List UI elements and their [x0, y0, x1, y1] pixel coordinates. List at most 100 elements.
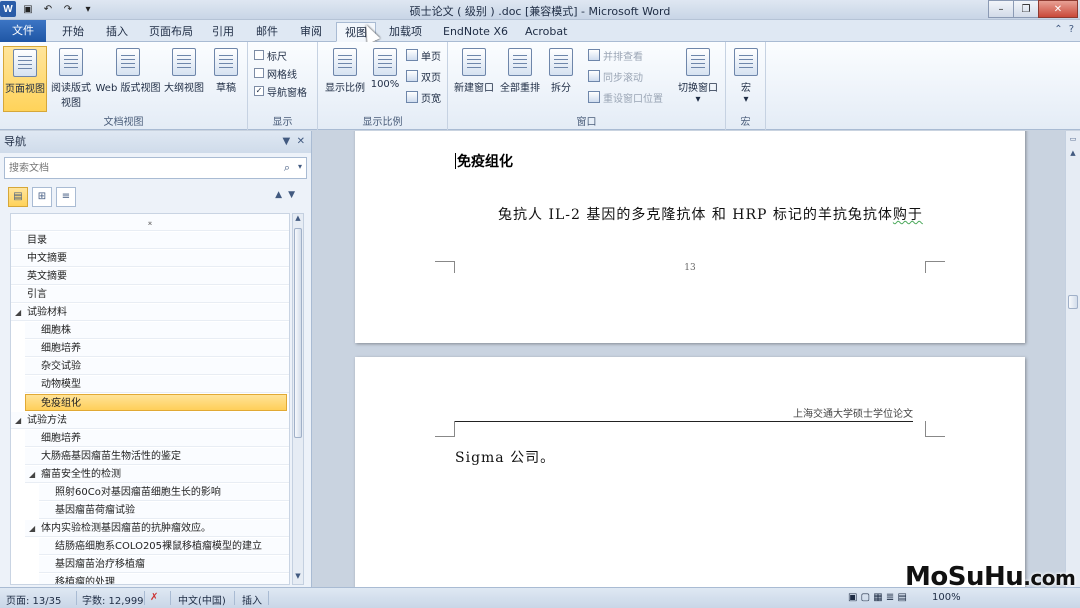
gridlines-checkbox[interactable]: 网格线	[254, 65, 297, 81]
tree-item[interactable]: ◢ 瘤苗安全性的检测	[25, 466, 289, 483]
switch-windows-button[interactable]: 切换窗口 ▾	[674, 46, 722, 112]
tab-insert[interactable]: 插入	[98, 22, 136, 42]
word-count-status[interactable]: 字数: 12,999	[82, 592, 144, 607]
one-page-button[interactable]: 单页	[406, 47, 441, 63]
nav-pane-checkbox[interactable]: ✓ 导航窗格	[254, 83, 307, 99]
tab-acrobat[interactable]: Acrobat	[517, 22, 575, 42]
web-view-button[interactable]: Web 版式视图	[95, 46, 161, 112]
document-page[interactable]: 上海交通大学硕士学位论文 Sigma 公司。	[355, 357, 1025, 587]
expand-triangle-icon[interactable]: ◢	[15, 412, 21, 429]
scroll-up-icon[interactable]: ▲	[293, 214, 303, 226]
tree-item[interactable]: 基因瘤苗荷瘤试验	[39, 502, 289, 519]
nav-search-box[interactable]: ⌕ ▾	[4, 157, 307, 179]
tree-item[interactable]: 结肠癌细胞系COLO205裸鼠移植瘤模型的建立	[39, 538, 289, 555]
search-icon[interactable]: ⌕	[284, 161, 290, 175]
ruler-checkbox[interactable]: 标尺	[254, 47, 287, 63]
outline-icon[interactable]: ≣	[886, 592, 894, 603]
proofing-icon[interactable]: ✗	[150, 592, 158, 603]
reading-view-button[interactable]: 阅读版式 视图	[49, 46, 93, 112]
tree-item[interactable]: 引言	[11, 286, 289, 303]
ruler-check[interactable]	[254, 50, 264, 60]
zoom-button[interactable]: 显示比例	[322, 46, 368, 112]
previous-heading-icon[interactable]: ▲	[275, 190, 288, 200]
reset-window-button[interactable]: 重设窗口位置	[588, 89, 663, 105]
minimize-ribbon-icon[interactable]: ⌃	[1054, 24, 1062, 35]
nav-pane-check[interactable]: ✓	[254, 86, 264, 96]
tree-item[interactable]: 细胞培养	[25, 340, 289, 357]
document-page[interactable]: 免疫组化 兔抗人 IL-2 基因的多克隆抗体 和 HRP 标记的羊抗兔抗体购于 …	[355, 131, 1025, 343]
nav-search-input[interactable]	[5, 158, 265, 178]
scroll-down-icon[interactable]: ▼	[293, 572, 303, 584]
tab-home[interactable]: 开始	[54, 22, 92, 42]
macros-button[interactable]: 宏 ▾	[728, 46, 764, 112]
full-screen-icon[interactable]: ▢	[861, 592, 870, 603]
collapse-all-row[interactable]: ⌅	[11, 214, 289, 231]
side-by-side-button[interactable]: 并排查看	[588, 47, 643, 63]
help-icon[interactable]: ?	[1069, 24, 1074, 35]
new-window-button[interactable]: 新建窗口	[452, 46, 496, 112]
gridlines-check[interactable]	[254, 68, 264, 78]
pages-view-tab[interactable]: ⊞	[32, 187, 52, 207]
tab-file[interactable]: 文件	[0, 20, 46, 42]
tree-item[interactable]: 英文摘要	[11, 268, 289, 285]
ruler-toggle-icon[interactable]: ▭	[1068, 135, 1078, 145]
tab-addins[interactable]: 加载项	[381, 22, 430, 42]
insert-mode-status[interactable]: 插入	[242, 592, 262, 607]
document-scroll-thumb[interactable]	[1068, 295, 1078, 309]
tree-item[interactable]: 中文摘要	[11, 250, 289, 267]
tree-item[interactable]: 目录	[11, 232, 289, 249]
scroll-up-icon[interactable]: ▲	[1068, 149, 1078, 159]
expand-triangle-icon[interactable]: ◢	[29, 466, 35, 483]
arrange-all-button[interactable]: 全部重排	[498, 46, 542, 112]
tree-item[interactable]: 移植瘤的处理	[39, 574, 289, 584]
tab-mailings[interactable]: 邮件	[248, 22, 286, 42]
tree-item[interactable]: 照射60Co对基因瘤苗细胞生长的影响	[39, 484, 289, 501]
body-paragraph[interactable]: 兔抗人 IL-2 基因的多克隆抗体 和 HRP 标记的羊抗兔抗体购于	[498, 204, 923, 224]
zoom-100-button[interactable]: 100%	[368, 46, 402, 112]
minimize-button[interactable]: –	[988, 0, 1014, 18]
tree-item[interactable]: 杂交试验	[25, 358, 289, 375]
nav-pane-menu-icon[interactable]: ▼	[283, 136, 291, 147]
tree-item[interactable]: 基因瘤苗治疗移植瘤	[39, 556, 289, 573]
tree-item[interactable]: 动物模型	[25, 376, 289, 393]
tree-item[interactable]: ◢ 试验材料	[11, 304, 289, 321]
tab-endnote[interactable]: EndNote X6	[435, 22, 516, 42]
headings-view-tab[interactable]: ▤	[8, 187, 28, 207]
language-status[interactable]: 中文(中国)	[178, 592, 226, 607]
split-icon	[549, 48, 573, 76]
tab-references[interactable]: 引用	[204, 22, 242, 42]
nav-scrollbar[interactable]: ▲ ▼	[292, 213, 304, 585]
split-button[interactable]: 拆分	[544, 46, 578, 112]
page-view-button[interactable]: 页面视图	[3, 46, 47, 112]
tree-item[interactable]: 大肠癌基因瘤苗生物活性的鉴定	[25, 448, 289, 465]
tab-review[interactable]: 审阅	[292, 22, 330, 42]
tree-item[interactable]: 细胞株	[25, 322, 289, 339]
results-view-tab[interactable]: ≡	[56, 187, 76, 207]
nav-scroll-thumb[interactable]	[294, 228, 302, 438]
section-heading[interactable]: 免疫组化	[455, 151, 513, 171]
tree-item[interactable]: 细胞培养	[25, 430, 289, 447]
page-width-button[interactable]: 页宽	[406, 89, 441, 105]
print-layout-icon[interactable]: ▣	[848, 592, 857, 603]
body-text[interactable]: Sigma 公司。	[455, 447, 555, 467]
document-scrollbar[interactable]: ▭ ▲	[1065, 131, 1080, 587]
two-pages-button[interactable]: 双页	[406, 68, 441, 84]
sync-scroll-button[interactable]: 同步滚动	[588, 68, 643, 84]
web-layout-icon[interactable]: ▦	[873, 592, 882, 603]
expand-triangle-icon[interactable]: ◢	[15, 304, 21, 321]
nav-pane-close-icon[interactable]: ✕	[297, 136, 305, 147]
next-heading-icon[interactable]: ▼	[288, 190, 301, 200]
draft-view-button[interactable]: 草稿	[204, 46, 248, 112]
zoom-level[interactable]: 100%	[932, 592, 961, 603]
tree-item[interactable]: ◢ 试验方法	[11, 412, 289, 429]
outline-view-button[interactable]: 大纲视图	[162, 46, 206, 112]
draft-icon[interactable]: ▤	[898, 592, 907, 603]
tree-item[interactable]: ◢ 体内实验检测基因瘤苗的抗肿瘤效应。	[25, 520, 289, 537]
expand-triangle-icon[interactable]: ◢	[29, 520, 35, 537]
tab-page-layout[interactable]: 页面布局	[141, 22, 201, 42]
tree-item-selected[interactable]: 免疫组化	[25, 394, 287, 411]
search-dropdown-icon[interactable]: ▾	[298, 162, 302, 171]
restore-button[interactable]: ❐	[1013, 0, 1039, 18]
close-button[interactable]: ✕	[1038, 0, 1078, 18]
page-count-status[interactable]: 页面: 13/35	[6, 592, 61, 607]
